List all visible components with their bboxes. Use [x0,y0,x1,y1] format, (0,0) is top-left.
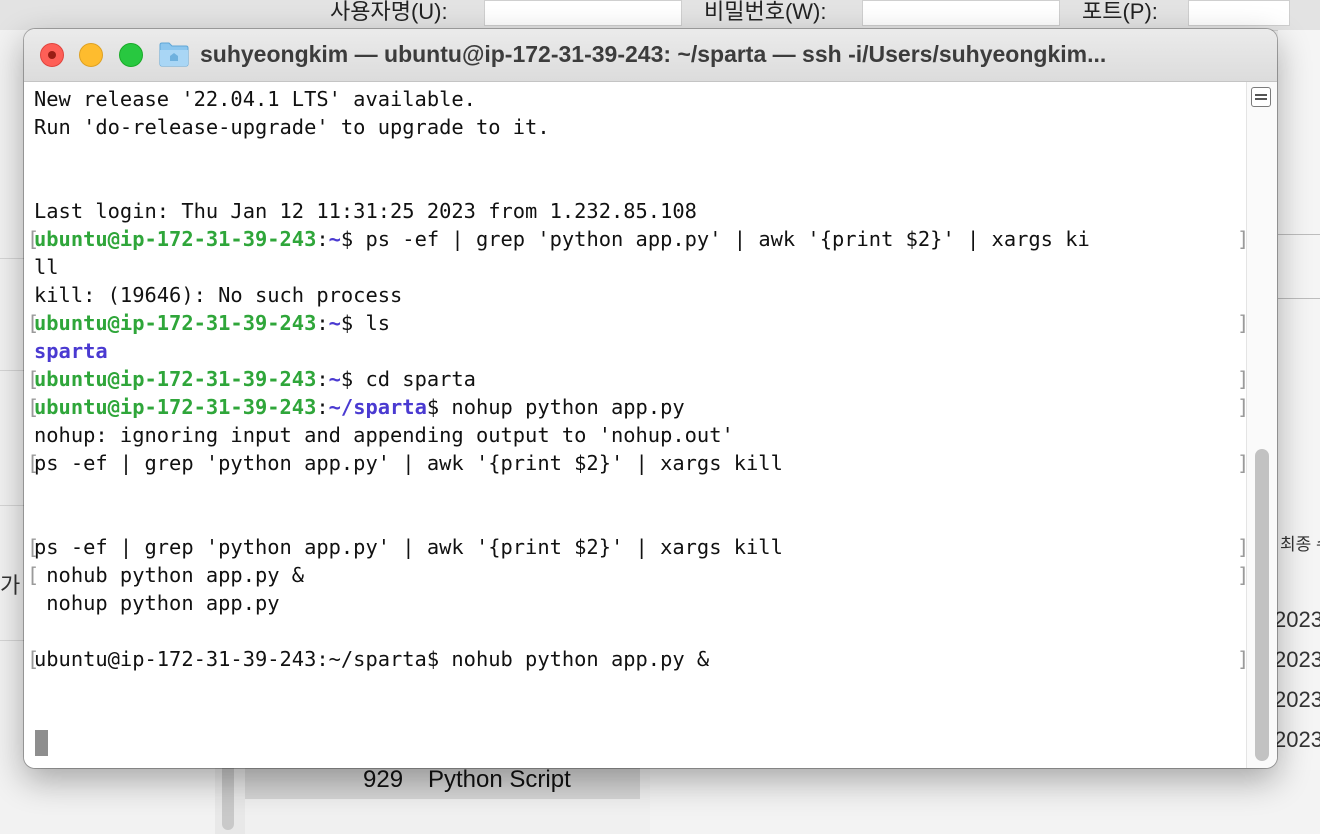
background-top-bar: 사용자명(U): 비밀번호(W): 포트(P): [0,0,1320,31]
title-bar[interactable]: suhyeongkim — ubuntu@ip-172-31-39-243: ~… [24,29,1277,82]
file-size: 929 [363,766,404,793]
prompt-user-host: ubuntu@ip-172-31-39-243 [34,311,317,335]
split-pane-button[interactable] [1251,87,1271,107]
prompt-user-host: ubuntu@ip-172-31-39-243 [34,367,317,391]
output-line: nohup: ignoring input and appending outp… [34,423,734,447]
output-line: kill: (19646): No such process [34,283,403,307]
prompt-separator: : [316,367,329,391]
mark-bracket-left: [ [27,227,40,251]
close-button[interactable] [40,43,64,67]
command-text: $ ls [340,311,391,335]
output-line: ubuntu@ip-172-31-39-243:~/sparta$ nohub … [34,647,710,671]
date-cell: 2023 [1274,687,1320,712]
date-cell: 2023 [1274,607,1320,632]
prompt-separator: : [316,395,329,419]
output-line: ps -ef | grep 'python app.py' | awk '{pr… [34,535,783,559]
mark-bracket-left: [ [27,395,40,419]
port-field[interactable] [1188,0,1290,26]
directory-name: sparta [34,339,108,363]
mark-bracket-left: [ [27,311,40,335]
zoom-button[interactable] [119,43,143,67]
mark-bracket-right: ] [1237,449,1246,477]
scrollbar-thumb[interactable] [1255,449,1269,761]
prompt-path: ~ [328,311,341,335]
directory-listing: sparta [34,337,108,365]
mark-bracket-left: [ [27,451,40,475]
mark-bracket-right: ] [1237,533,1246,561]
background-right-panel [650,760,1320,834]
mark-bracket-left: [ [27,367,40,391]
minimize-button[interactable] [79,43,103,67]
prompt-separator: : [316,311,329,335]
column-header-modified: 최종 수 [1280,535,1320,554]
output-line: nohub python app.py & [34,563,305,587]
file-kind: Python Script [428,766,571,793]
mark-bracket-right: ] [1237,561,1246,589]
divider [1278,234,1320,235]
background-scrollbar[interactable] [222,760,234,830]
mark-bracket-right: ] [1237,309,1246,337]
terminal-output[interactable]: New release '22.04.1 LTS' available. Run … [24,82,1246,768]
output-line: nohup python app.py [34,591,280,615]
command-text: $ ps -ef | grep 'python app.py' | awk '{… [340,227,1090,251]
date-cell: 2023 [1274,727,1320,752]
username-label: 사용자명(U): [330,0,448,24]
mark-bracket-right: ] [1237,393,1246,421]
window-title: suhyeongkim — ubuntu@ip-172-31-39-243: ~… [200,41,1107,67]
port-label: 포트(P): [1082,0,1158,24]
username-field[interactable] [484,0,682,26]
text-cursor [35,730,48,756]
prompt-line: ubuntu@ip-172-31-39-243:~/sparta$ nohup … [34,393,685,421]
mark-bracket-right: ] [1237,645,1246,673]
password-label: 비밀번호(W): [704,0,827,24]
prompt-user-host: ubuntu@ip-172-31-39-243 [34,227,317,251]
output-line: New release '22.04.1 LTS' available. [34,87,476,111]
prompt-path: ~ [328,227,341,251]
terminal-window[interactable]: suhyeongkim — ubuntu@ip-172-31-39-243: ~… [24,29,1277,768]
mark-bracket-left: [ [27,647,40,671]
password-field[interactable] [862,0,1060,26]
output-line: ps -ef | grep 'python app.py' | awk '{pr… [34,451,783,475]
mark-bracket-left: [ [27,563,40,587]
output-line: ll [34,255,59,279]
output-line: Run 'do-release-upgrade' to upgrade to i… [34,115,550,139]
output-line: Last login: Thu Jan 12 11:31:25 2023 fro… [34,199,697,223]
date-cell: 2023 [1274,647,1320,672]
mark-bracket-right: ] [1237,225,1246,253]
prompt-line: ubuntu@ip-172-31-39-243:~$ ls [34,309,390,337]
command-text: $ cd sparta [340,367,476,391]
prompt-line: ubuntu@ip-172-31-39-243:~$ cd sparta [34,365,476,393]
mark-bracket-right: ] [1237,365,1246,393]
command-text: $ nohup python app.py [426,395,685,419]
prompt-line: ubuntu@ip-172-31-39-243:~$ ps -ef | grep… [34,225,1090,253]
mark-bracket-left: [ [27,535,40,559]
folder-icon [159,42,189,67]
prompt-path: ~ [328,367,341,391]
prompt-separator: : [316,227,329,251]
divider [1278,298,1320,299]
prompt-user-host: ubuntu@ip-172-31-39-243 [34,395,317,419]
prompt-path: ~/sparta [328,395,427,419]
